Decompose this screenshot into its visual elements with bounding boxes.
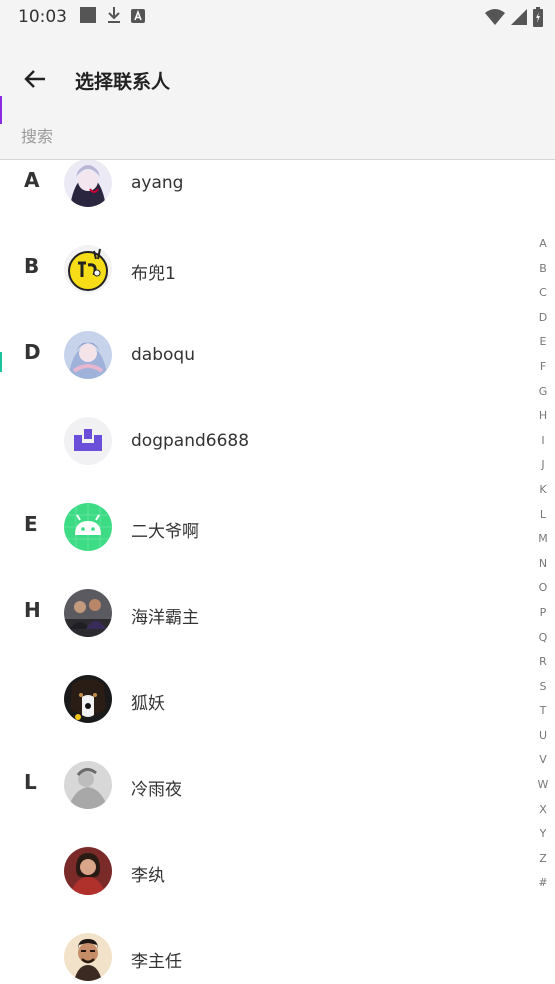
contact-name: 冷雨夜 — [131, 780, 182, 800]
contact-name: 海洋霸主 — [131, 608, 199, 628]
index-letter-b[interactable]: B — [531, 257, 555, 282]
index-letter-hash[interactable]: # — [531, 871, 555, 896]
contact-name: ayang — [131, 173, 184, 193]
index-letter-z[interactable]: Z — [531, 847, 555, 872]
contact-row[interactable]: L 冷雨夜 — [0, 742, 520, 828]
index-letter-o[interactable]: O — [531, 576, 555, 601]
purple-logo-avatar — [64, 417, 112, 465]
contact-row[interactable]: A ayang — [0, 160, 520, 226]
index-letter-m[interactable]: M — [531, 527, 555, 552]
back-button[interactable] — [16, 64, 54, 98]
contact-row[interactable]: H 海洋霸主 — [0, 570, 520, 656]
woman-photo-avatar — [64, 847, 112, 895]
alphabet-index-bar[interactable]: A B C D E F G H I J K L M N O P Q R S T … — [531, 232, 555, 896]
contact-name: 布兜1 — [131, 264, 176, 284]
index-letter-c[interactable]: C — [531, 281, 555, 306]
index-letter-u[interactable]: U — [531, 724, 555, 749]
battery-icon — [533, 7, 543, 31]
index-letter-s[interactable]: S — [531, 675, 555, 700]
contact-name: 狐妖 — [131, 694, 165, 714]
contact-list[interactable]: A ayang B 布兜1 D daboqu dogpand6688 E 二大爷… — [0, 160, 555, 984]
contact-row[interactable]: E 二大爷啊 — [0, 484, 520, 570]
man-photo-avatar — [64, 933, 112, 981]
download-icon — [106, 6, 122, 28]
contact-row[interactable]: B 布兜1 — [0, 226, 520, 312]
contact-row[interactable]: 李纨 — [0, 828, 520, 914]
index-letter-d[interactable]: D — [531, 306, 555, 331]
index-letter-k[interactable]: K — [531, 478, 555, 503]
left-edge-accent — [0, 96, 2, 124]
index-letter-r[interactable]: R — [531, 650, 555, 675]
wifi-icon — [485, 8, 505, 30]
yellow-emoji-avatar — [64, 245, 112, 293]
contact-row[interactable]: D daboqu — [0, 312, 520, 398]
section-letter: D — [24, 340, 41, 364]
a-letter-icon — [131, 8, 145, 27]
index-letter-h[interactable]: H — [531, 404, 555, 429]
arrow-left-icon — [24, 69, 46, 93]
index-letter-i[interactable]: I — [531, 429, 555, 454]
contact-row[interactable]: 李主任 — [0, 914, 520, 984]
group-photo-avatar — [64, 589, 112, 637]
status-bar: 10:03 — [0, 0, 555, 34]
index-letter-v[interactable]: V — [531, 748, 555, 773]
index-letter-p[interactable]: P — [531, 601, 555, 626]
search-bar — [0, 116, 555, 160]
dog-avatar — [64, 675, 112, 723]
index-letter-n[interactable]: N — [531, 552, 555, 577]
status-time: 10:03 — [18, 7, 67, 27]
grayscale-avatar — [64, 761, 112, 809]
section-letter: A — [24, 168, 40, 192]
section-letter: H — [24, 598, 41, 622]
square-notification-icon — [79, 6, 97, 28]
signal-icon — [511, 8, 527, 30]
page-title: 选择联系人 — [75, 71, 171, 93]
status-notification-icons — [79, 6, 145, 28]
index-letter-y[interactable]: Y — [531, 822, 555, 847]
index-letter-j[interactable]: J — [531, 453, 555, 478]
contact-name: 李纨 — [131, 866, 165, 886]
anime-girl-avatar — [64, 331, 112, 379]
index-letter-a[interactable]: A — [531, 232, 555, 257]
anime-avatar — [64, 160, 112, 207]
contact-name: dogpand6688 — [131, 431, 250, 451]
section-letter: B — [24, 254, 40, 278]
index-letter-x[interactable]: X — [531, 798, 555, 823]
contact-name: 二大爷啊 — [131, 522, 199, 542]
section-letter: E — [24, 512, 38, 536]
contact-row[interactable]: dogpand6688 — [0, 398, 520, 484]
index-letter-g[interactable]: G — [531, 380, 555, 405]
contact-name: 李主任 — [131, 952, 182, 972]
contact-row[interactable]: 狐妖 — [0, 656, 520, 742]
index-letter-f[interactable]: F — [531, 355, 555, 380]
index-letter-q[interactable]: Q — [531, 626, 555, 651]
index-letter-t[interactable]: T — [531, 699, 555, 724]
android-avatar — [64, 503, 112, 551]
index-letter-l[interactable]: L — [531, 503, 555, 528]
index-letter-e[interactable]: E — [531, 330, 555, 355]
section-letter: L — [24, 770, 37, 794]
index-letter-w[interactable]: W — [531, 773, 555, 798]
app-bar: 选择联系人 — [0, 34, 555, 126]
status-system-icons — [485, 7, 543, 31]
contact-name: daboqu — [131, 345, 195, 365]
search-input[interactable] — [18, 120, 524, 152]
